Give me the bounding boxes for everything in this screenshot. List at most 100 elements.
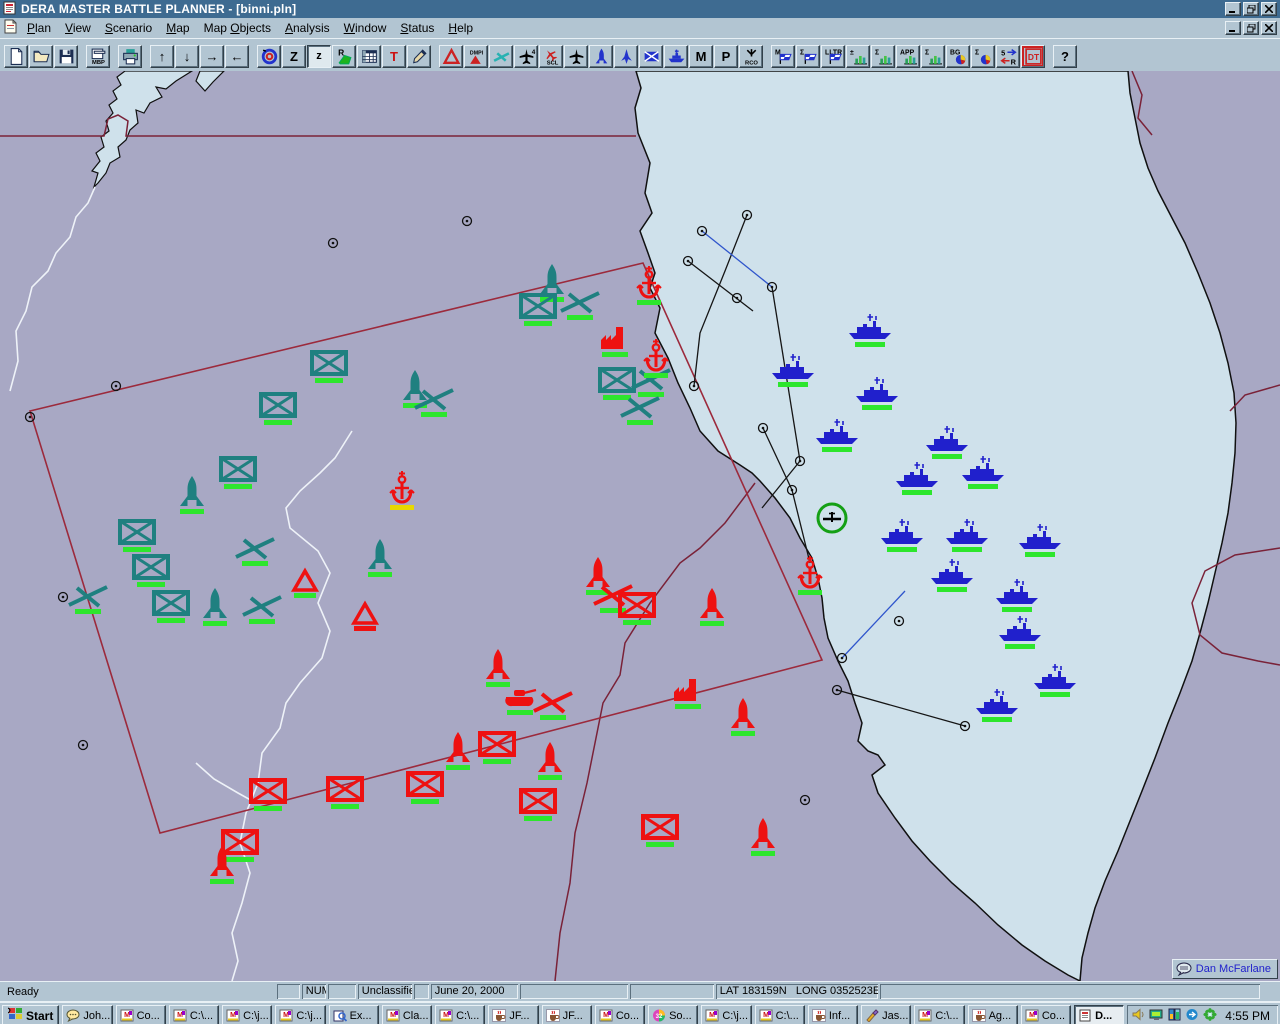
- menu-help[interactable]: Help: [441, 19, 480, 37]
- minimize-button[interactable]: [1225, 2, 1241, 16]
- zoom-in-button[interactable]: Z: [282, 45, 306, 68]
- sigma-flag-button[interactable]: Σ: [796, 45, 820, 68]
- map-canvas[interactable]: Dan McFarlane: [0, 71, 1280, 981]
- status-panel-7: [630, 984, 714, 999]
- plusminus-chart-button[interactable]: ±: [846, 45, 870, 68]
- taskbar-task-5[interactable]: MC:\j...: [275, 1005, 325, 1024]
- taskbar-task-20[interactable]: D...: [1074, 1005, 1124, 1024]
- menu-window[interactable]: Window: [337, 19, 394, 37]
- restore-button[interactable]: [1243, 2, 1259, 16]
- ship-tool-button[interactable]: [664, 45, 688, 68]
- naval-air-tool-button[interactable]: [614, 45, 638, 68]
- taskbar-task-10[interactable]: JF...: [542, 1005, 592, 1024]
- toolbar: MBP↑↓→←ZzRTDMPI4SCLMPRCOMΣLLTR±ΣAPPΣBGΣ5…: [0, 38, 1280, 71]
- menu-status[interactable]: Status: [393, 19, 441, 37]
- taskbar-task-3[interactable]: MC:\...: [169, 1005, 219, 1024]
- mbp-report-button[interactable]: MBP: [86, 45, 110, 68]
- save-file-button[interactable]: [54, 45, 78, 68]
- m-flag-button[interactable]: M: [771, 45, 795, 68]
- menu-map-objects[interactable]: Map Objects: [197, 19, 278, 37]
- child-minimize-button[interactable]: [1225, 21, 1241, 35]
- open-file-button[interactable]: [29, 45, 53, 68]
- bg-pie-button[interactable]: BG: [946, 45, 970, 68]
- taskbar-task-16[interactable]: Jas...: [861, 1005, 911, 1024]
- svg-text:4: 4: [531, 48, 535, 55]
- help-button[interactable]: ?: [1053, 45, 1077, 68]
- draw-pencil-button[interactable]: [407, 45, 431, 68]
- menu-analysis[interactable]: Analysis: [278, 19, 337, 37]
- app-icon: [3, 1, 17, 18]
- child-close-button[interactable]: [1261, 21, 1277, 35]
- pan-up-button[interactable]: ↑: [150, 45, 174, 68]
- aircraft-4-button[interactable]: 4: [514, 45, 538, 68]
- menu-scenario[interactable]: Scenario: [98, 19, 159, 37]
- menu-view[interactable]: View: [58, 19, 98, 37]
- status-panel-0: [277, 984, 300, 999]
- sigma-pie-button[interactable]: Σ: [971, 45, 995, 68]
- pan-left-button[interactable]: ←: [225, 45, 249, 68]
- taskbar-task-2[interactable]: MCo...: [116, 1005, 166, 1024]
- taskbar-task-19[interactable]: MCo...: [1021, 1005, 1071, 1024]
- taskbar: Start Joh...MCo...MC:\...MC:\j...MC:\j..…: [0, 1001, 1280, 1024]
- app-chart-button[interactable]: APP: [896, 45, 920, 68]
- stats-tray-icon[interactable]: [1168, 1008, 1181, 1024]
- taskbar-task-12[interactable]: 32So...: [648, 1005, 698, 1024]
- rco-tool-button[interactable]: RCO: [739, 45, 763, 68]
- document-icon[interactable]: [3, 19, 18, 37]
- taskbar-task-11[interactable]: MCo...: [595, 1005, 645, 1024]
- aircraft-scl-button[interactable]: SCL: [539, 45, 563, 68]
- sigma-chart-2-button[interactable]: Σ: [921, 45, 945, 68]
- clock: 4:55 PM: [1225, 1009, 1270, 1023]
- display-tray-icon[interactable]: [1149, 1008, 1164, 1024]
- route-5r-button[interactable]: 5R: [996, 45, 1020, 68]
- taskbar-task-13[interactable]: MC:\j...: [701, 1005, 751, 1024]
- pan-right-button[interactable]: →: [200, 45, 224, 68]
- flower-tray-icon[interactable]: [1203, 1008, 1217, 1024]
- region-select-button[interactable]: R: [332, 45, 356, 68]
- child-restore-button[interactable]: [1243, 21, 1259, 35]
- unit-box-tool-button[interactable]: [639, 45, 663, 68]
- messenger-tray-icon[interactable]: [1185, 1008, 1199, 1024]
- zoom-out-button[interactable]: z: [307, 45, 331, 68]
- taskbar-task-14[interactable]: MC:\...: [755, 1005, 805, 1024]
- aircraft-tool-button[interactable]: [564, 45, 588, 68]
- taskbar-task-17[interactable]: MC:\...: [914, 1005, 964, 1024]
- taskbar-task-1[interactable]: Joh...: [62, 1005, 112, 1024]
- aaa-tool-button[interactable]: [489, 45, 513, 68]
- taskbar-task-4[interactable]: MC:\j...: [222, 1005, 272, 1024]
- lltr-flag-button[interactable]: LLTR: [821, 45, 845, 68]
- text-label-button[interactable]: T: [382, 45, 406, 68]
- taskbar-task-18[interactable]: Ag...: [968, 1005, 1018, 1024]
- speech-bubble-icon: [1176, 962, 1192, 976]
- status-message: Ready: [7, 986, 39, 998]
- taskbar-task-8[interactable]: MC:\...: [435, 1005, 485, 1024]
- menu-bar: PlanViewScenarioMapMap ObjectsAnalysisWi…: [0, 18, 1280, 38]
- new-file-button[interactable]: [4, 45, 28, 68]
- print-button[interactable]: [118, 45, 142, 68]
- menu-plan[interactable]: Plan: [20, 19, 58, 37]
- triangle-marker-button[interactable]: [439, 45, 463, 68]
- task-label: Joh...: [83, 1010, 110, 1022]
- m-tool-button[interactable]: M: [689, 45, 713, 68]
- taskbar-task-15[interactable]: Inf...: [808, 1005, 858, 1024]
- dmpi-marker-button[interactable]: DMPI: [464, 45, 488, 68]
- p-tool-button[interactable]: P: [714, 45, 738, 68]
- status-panel-unclassified: Unclassified: [358, 984, 412, 999]
- speaker-tray-icon[interactable]: [1131, 1008, 1145, 1024]
- map-graphics: [0, 71, 1280, 981]
- taskbar-task-6[interactable]: Ex...: [329, 1005, 379, 1024]
- data-grid-button[interactable]: [357, 45, 381, 68]
- taskbar-task-7[interactable]: MCla...: [382, 1005, 432, 1024]
- svg-text:R: R: [1010, 57, 1016, 66]
- menu-map[interactable]: Map: [159, 19, 196, 37]
- sigma-chart-button[interactable]: Σ: [871, 45, 895, 68]
- missile-tool-button[interactable]: [589, 45, 613, 68]
- pan-down-button[interactable]: ↓: [175, 45, 199, 68]
- center-target-button[interactable]: [257, 45, 281, 68]
- start-button[interactable]: Start: [2, 1005, 59, 1024]
- svg-text:RCO: RCO: [745, 60, 758, 66]
- dt-tool-button[interactable]: DT: [1021, 45, 1045, 68]
- close-button[interactable]: [1261, 2, 1277, 16]
- taskbar-task-9[interactable]: JF...: [488, 1005, 538, 1024]
- status-panel-june: June 20, 2000: [431, 984, 518, 999]
